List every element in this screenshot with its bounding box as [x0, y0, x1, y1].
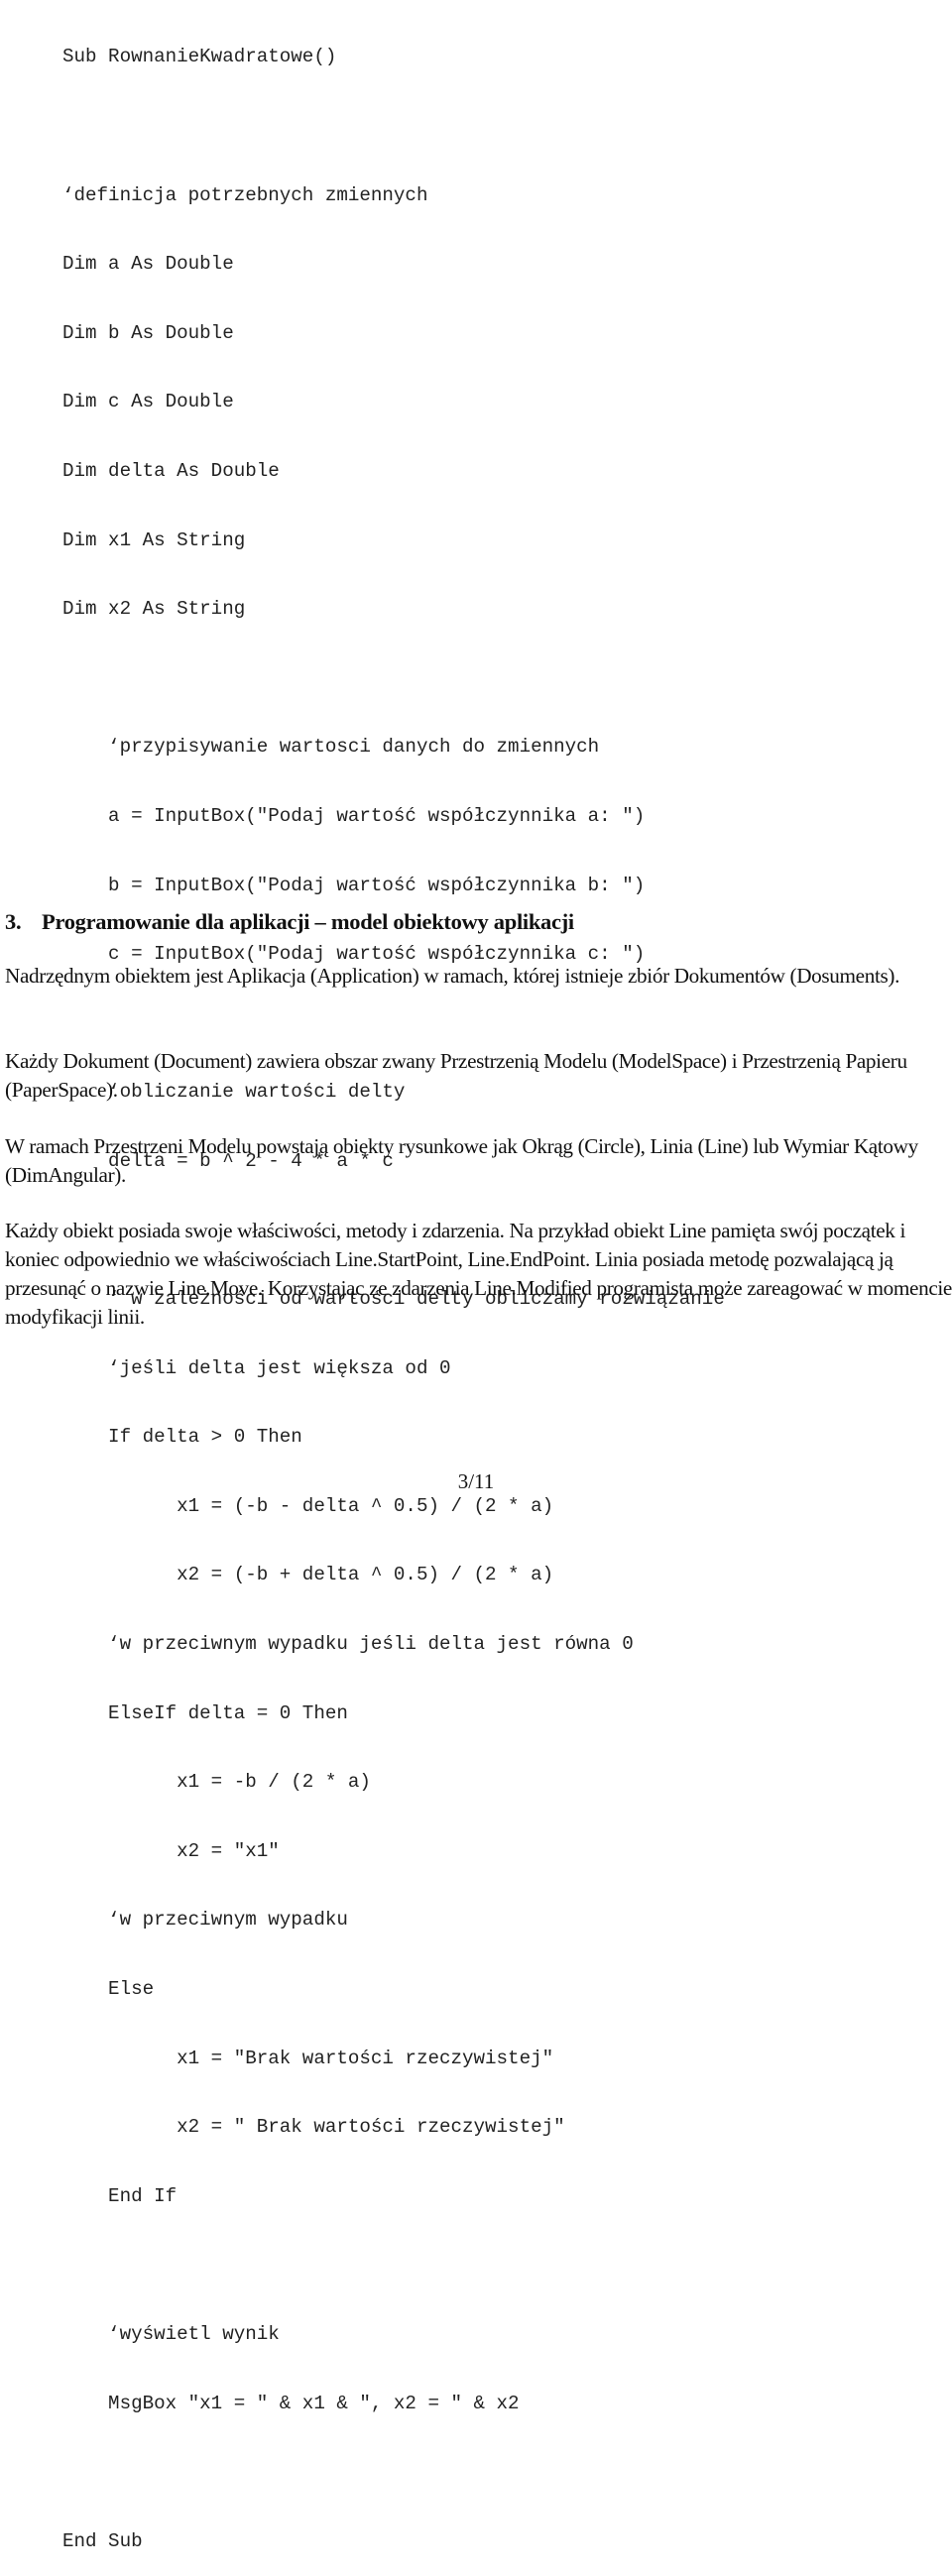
section-heading: 3. Programowanie dla aplikacji – model ob…	[5, 908, 574, 936]
code-line: Dim a As Double	[62, 253, 234, 276]
code-line: Dim x1 As String	[62, 528, 246, 551]
code-line: End Sub	[62, 2529, 143, 2552]
section-number: 3.	[5, 909, 22, 934]
code-line: b = InputBox("Podaj wartość współczynnik…	[62, 874, 646, 896]
code-line: x1 = -b / (2 * a)	[62, 1771, 371, 1794]
code-line: Sub RownanieKwadratowe()	[62, 46, 337, 68]
paragraph-model-space: W ramach Przestrzeni Modelu powstają obi…	[5, 1134, 918, 1187]
code-line: x1 = (-b - delta ^ 0.5) / (2 * a)	[62, 1494, 554, 1517]
paragraph-document: Każdy Dokument (Document) zawiera obszar…	[5, 1049, 907, 1102]
code-line: x2 = " Brak wartości rzeczywistej"	[62, 2116, 565, 2139]
code-line: Else	[62, 1978, 155, 2001]
code-line: ‘w przeciwnym wypadku	[62, 1909, 348, 1932]
code-line: Dim c As Double	[62, 391, 234, 413]
code-line: ‘w przeciwnym wypadku jeśli delta jest r…	[62, 1633, 634, 1656]
code-line: Dim delta As Double	[62, 459, 280, 482]
page-number: 3/11	[457, 1469, 495, 1493]
code-line: Dim x2 As String	[62, 598, 246, 621]
code-line: x2 = "x1"	[62, 1839, 280, 1862]
section-title: Programowanie dla aplikacji – model obie…	[42, 909, 574, 934]
code-line: a = InputBox("Podaj wartość współczynnik…	[62, 804, 646, 827]
paragraph-object-properties: Każdy obiekt posiada swoje właściwości, …	[5, 1219, 952, 1329]
paragraph-application: Nadrzędnym obiektem jest Aplikacja (Appl…	[5, 964, 900, 988]
code-line: ‘przypisywanie wartosci danych do zmienn…	[62, 736, 600, 759]
code-line: ElseIf delta = 0 Then	[62, 1701, 348, 1724]
code-line: Dim b As Double	[62, 321, 234, 344]
code-line: ‘wyświetl wynik	[62, 2323, 280, 2345]
code-line: ‘definicja potrzebnych zmiennych	[62, 183, 428, 206]
code-line: ‘jeśli delta jest większa od 0	[62, 1356, 451, 1379]
code-line: x1 = "Brak wartości rzeczywistej"	[62, 2047, 554, 2069]
code-line: MsgBox "x1 = " & x1 & ", x2 = " & x2	[62, 2392, 520, 2414]
code-line: End If	[62, 2184, 178, 2207]
code-line: x2 = (-b + delta ^ 0.5) / (2 * a)	[62, 1564, 554, 1586]
code-line: If delta > 0 Then	[62, 1426, 302, 1449]
